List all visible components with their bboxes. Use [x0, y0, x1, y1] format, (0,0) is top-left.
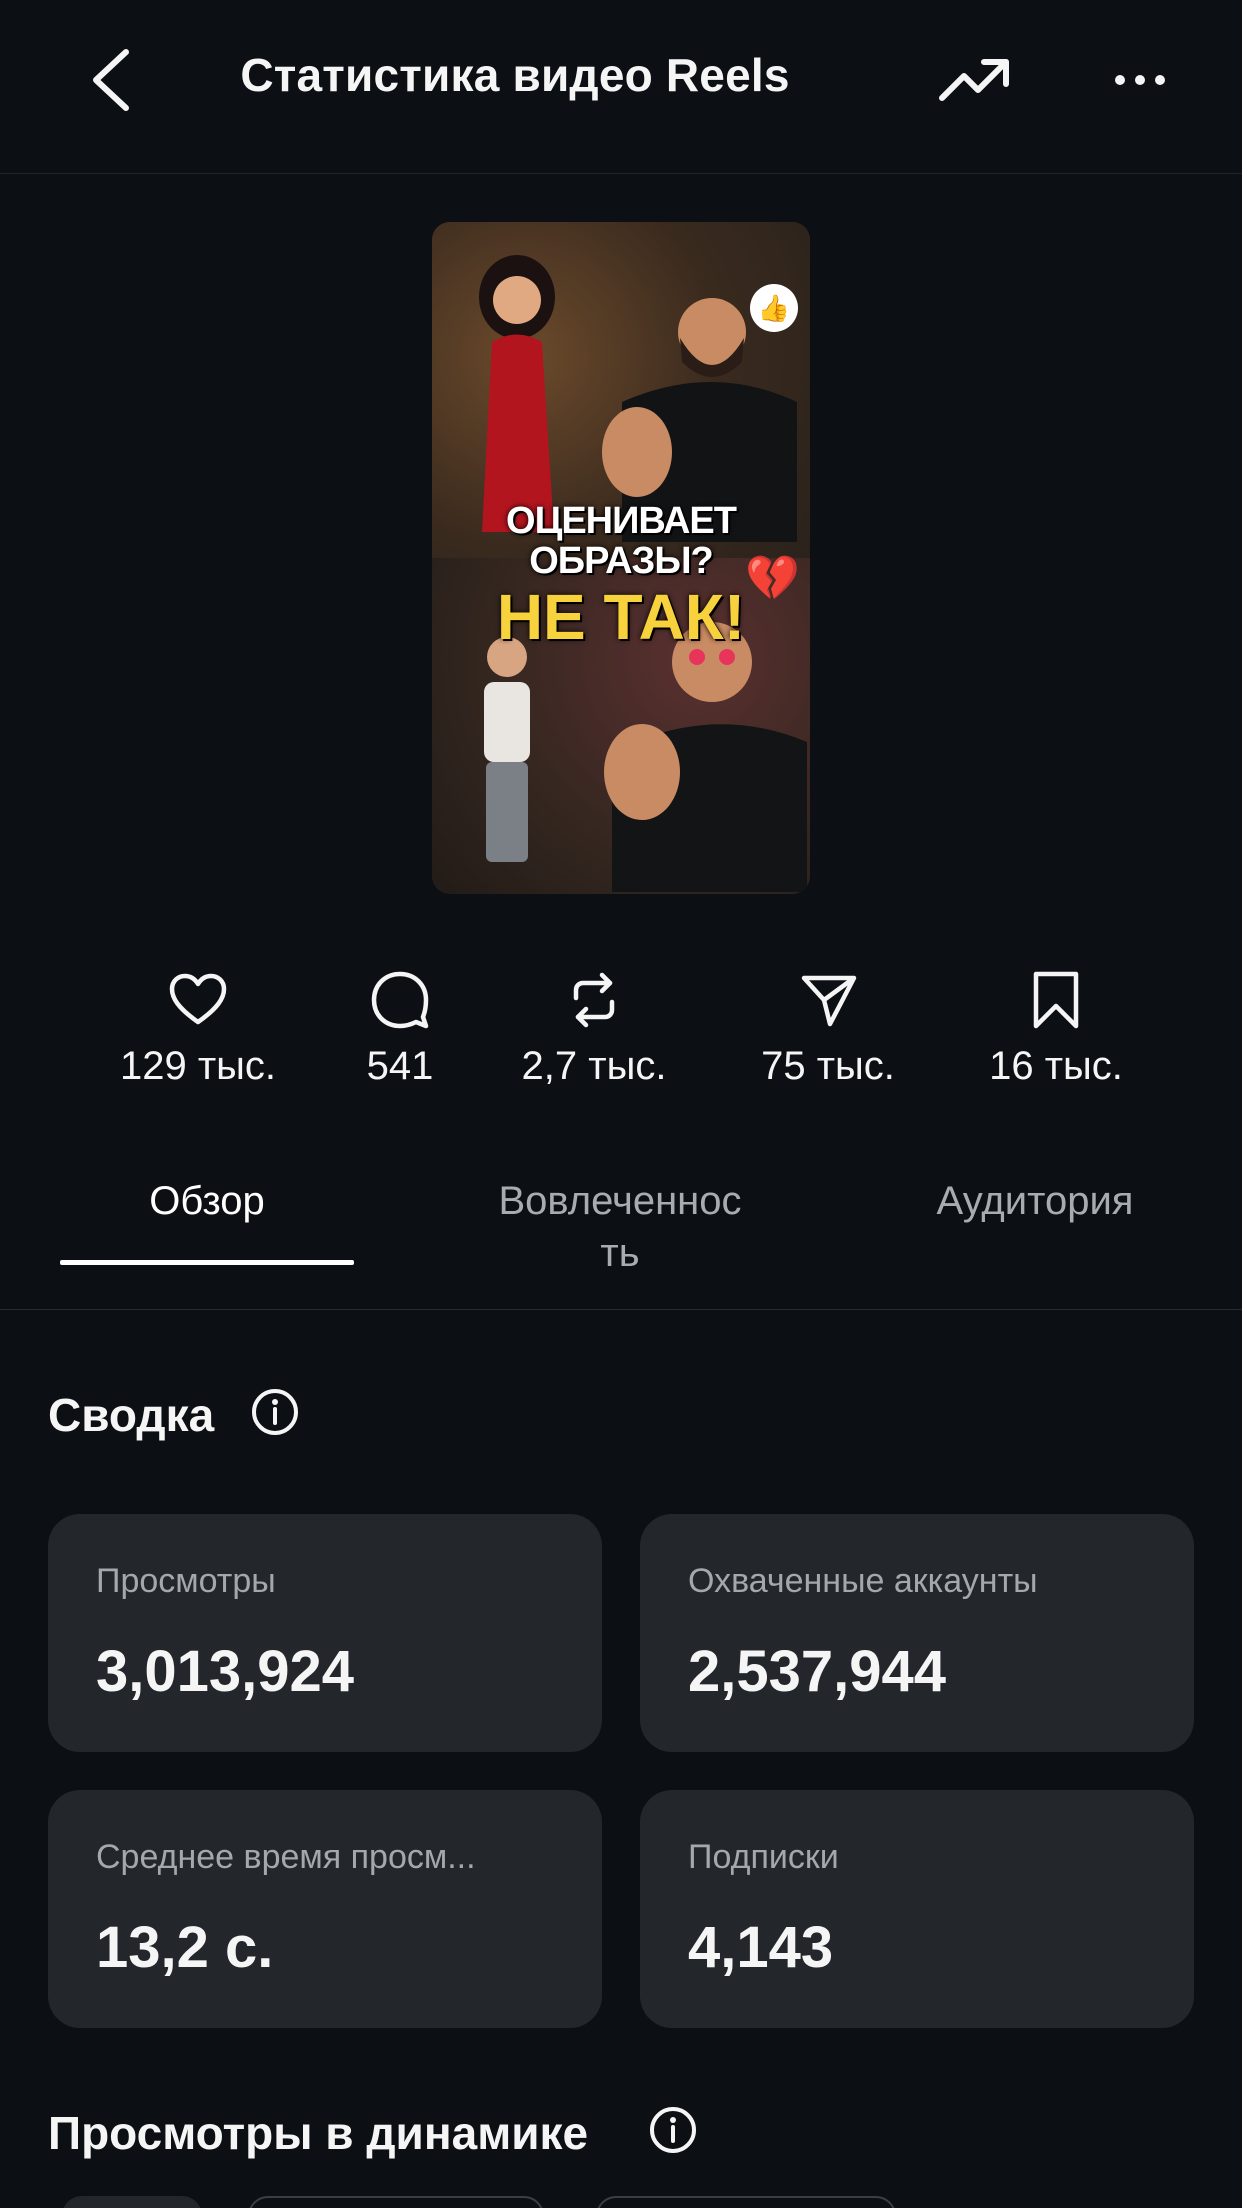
- reposts-stat: 2,7 тыс.: [494, 970, 694, 1089]
- saves-stat: 16 тыс.: [956, 970, 1156, 1089]
- trends-button[interactable]: [930, 40, 1020, 120]
- heart-icon: [169, 973, 227, 1025]
- filter-chip[interactable]: [596, 2196, 896, 2208]
- reposts-count: 2,7 тыс.: [521, 1044, 667, 1088]
- saves-count: 16 тыс.: [989, 1044, 1123, 1088]
- more-horizontal-icon: [1115, 75, 1165, 85]
- avg-watch-time-label: Среднее время просм...: [96, 1838, 476, 1876]
- shares-stat: 75 тыс.: [728, 970, 928, 1089]
- tab-overview[interactable]: Обзор: [60, 1175, 354, 1227]
- accounts-reached-card[interactable]: Охваченные аккаунты 2,537,944: [640, 1514, 1194, 1752]
- follows-value: 4,143: [688, 1915, 834, 1980]
- girl-pajamas-illustration: [484, 637, 530, 862]
- likes-stat: 129 тыс.: [98, 970, 298, 1089]
- chevron-left-icon: [93, 49, 129, 111]
- engagement-stats: 129 тыс. 541 2,7 тыс. 75 тыс. 16 тыс.: [0, 970, 1242, 1110]
- accounts-reached-value: 2,537,944: [688, 1639, 947, 1704]
- tab-audience[interactable]: Аудитория: [880, 1175, 1190, 1227]
- views-label: Просмотры: [96, 1562, 276, 1600]
- filter-chip[interactable]: [248, 2196, 544, 2208]
- info-icon[interactable]: [648, 2105, 698, 2155]
- thumbs-up-icon: 👍: [750, 284, 798, 332]
- active-tab-indicator: [60, 1260, 354, 1265]
- comments-stat: 541: [340, 970, 460, 1089]
- accounts-reached-label: Охваченные аккаунты: [688, 1562, 1038, 1600]
- filter-chip[interactable]: [62, 2196, 202, 2208]
- follows-label: Подписки: [688, 1838, 839, 1876]
- comments-count: 541: [366, 1044, 434, 1088]
- avg-watch-time-card[interactable]: Среднее время просм... 13,2 с.: [48, 1790, 602, 2028]
- likes-count: 129 тыс.: [119, 1044, 277, 1088]
- insights-tabs: Обзор Вовлеченнос ть Аудитория: [0, 1160, 1242, 1310]
- repost-icon: [573, 972, 615, 1028]
- more-options-button[interactable]: [1100, 40, 1180, 120]
- share-icon: [801, 975, 857, 1027]
- back-button[interactable]: [70, 40, 150, 120]
- follows-card[interactable]: Подписки 4,143: [640, 1790, 1194, 2028]
- shares-count: 75 тыс.: [761, 1044, 895, 1088]
- page-title: Статистика видео Reels: [240, 49, 790, 101]
- avg-watch-time-value: 13,2 с.: [96, 1915, 274, 1980]
- views-value: 3,013,924: [96, 1639, 355, 1704]
- trending-up-icon: [939, 59, 1009, 101]
- top-bar: Статистика видео Reels: [0, 0, 1242, 174]
- summary-title: Сводка: [48, 1389, 215, 1441]
- bookmark-icon: [1033, 971, 1079, 1029]
- broken-heart-icon: 💔: [745, 554, 800, 603]
- reel-thumbnail[interactable]: 👍 ОЦЕНИВАЕТ ОБРАЗЫ? НЕ ТАК! 💔: [432, 222, 810, 894]
- tab-engagement[interactable]: Вовлеченнос ть: [440, 1175, 800, 1279]
- views-card[interactable]: Просмотры 3,013,924: [48, 1514, 602, 1752]
- comment-icon: [371, 971, 429, 1029]
- views-dynamics-title: Просмотры в динамике: [48, 2107, 589, 2159]
- woman-red-dress-illustration: [479, 255, 555, 532]
- info-icon[interactable]: [250, 1387, 300, 1437]
- reels-insights-page: Статистика видео Reels 👍 ОЦЕНИВАЕТ ОБРАЗ…: [0, 0, 1242, 2208]
